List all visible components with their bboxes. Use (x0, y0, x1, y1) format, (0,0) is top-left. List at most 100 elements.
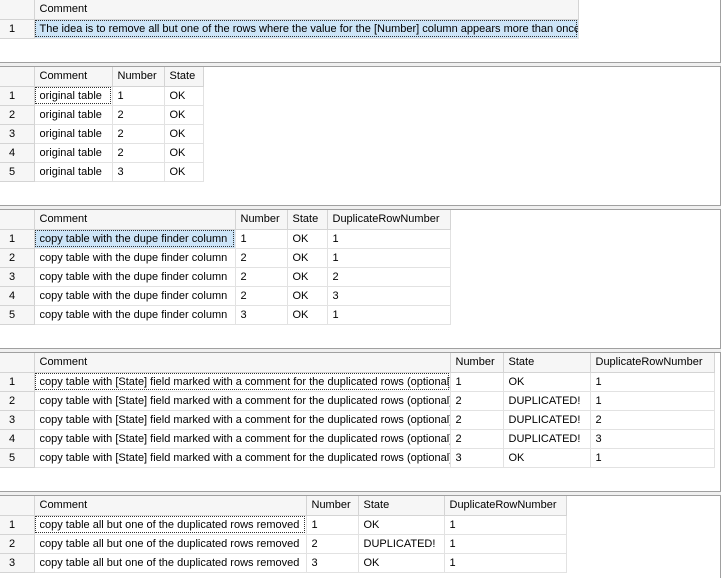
grid-2-cell-state[interactable]: OK (164, 124, 204, 144)
results-grid-2[interactable]: Comment Number State 1 original table 1 … (0, 67, 721, 205)
grid-3-row[interactable]: 3 copy table with the dupe finder column… (0, 267, 451, 287)
grid-1-row[interactable]: 1 The idea is to remove all but one of t… (0, 19, 579, 39)
grid-4-cell-duplicaterownumber[interactable]: 3 (590, 429, 715, 449)
grid-2-row-number[interactable]: 3 (0, 124, 35, 144)
results-grid-4[interactable]: Comment Number State DuplicateRowNumber … (0, 353, 721, 491)
grid-4-row[interactable]: 3 copy table with [State] field marked w… (0, 410, 715, 430)
grid-2-row-number[interactable]: 1 (0, 86, 35, 106)
grid-2-cell-number[interactable]: 3 (112, 162, 165, 182)
grid-4-cell-duplicaterownumber[interactable]: 1 (590, 372, 715, 392)
grid-3-cell-duplicaterownumber[interactable]: 1 (327, 305, 451, 325)
grid-4-cell-number[interactable]: 3 (450, 448, 504, 468)
grid-3-col-header-number[interactable]: Number (235, 210, 288, 230)
grid-2-cell-state[interactable]: OK (164, 143, 204, 163)
grid-3-row-number[interactable]: 5 (0, 305, 35, 325)
grid-3-cell-state[interactable]: OK (287, 305, 328, 325)
grid-4-row-number[interactable]: 2 (0, 391, 35, 411)
grid-2-cell-state[interactable]: OK (164, 105, 204, 125)
grid-2-corner[interactable] (0, 67, 35, 87)
grid-5-cell-state[interactable]: DUPLICATED! (358, 534, 445, 554)
grid-2-cell-comment[interactable]: original table (34, 124, 113, 144)
grid-4-row[interactable]: 4 copy table with [State] field marked w… (0, 429, 715, 449)
grid-4-cell-number[interactable]: 2 (450, 391, 504, 411)
grid-2-cell-comment[interactable]: original table (34, 143, 113, 163)
grid-4-cell-duplicaterownumber[interactable]: 1 (590, 391, 715, 411)
grid-3-cell-duplicaterownumber[interactable]: 3 (327, 286, 451, 306)
grid-3-col-header-state[interactable]: State (287, 210, 328, 230)
grid-4-cell-comment[interactable]: copy table with [State] field marked wit… (34, 448, 451, 468)
grid-3-cell-state[interactable]: OK (287, 248, 328, 268)
grid-2-col-header-number[interactable]: Number (112, 67, 165, 87)
grid-5-cell-state[interactable]: OK (358, 515, 445, 535)
grid-3-row-number[interactable]: 4 (0, 286, 35, 306)
grid-4-cell-state[interactable]: DUPLICATED! (503, 410, 591, 430)
grid-4-cell-number[interactable]: 2 (450, 410, 504, 430)
grid-4-col-header-number[interactable]: Number (450, 353, 504, 373)
grid-3-cell-comment[interactable]: copy table with the dupe finder column (34, 305, 236, 325)
grid-4-row-number[interactable]: 3 (0, 410, 35, 430)
grid-2-cell-number[interactable]: 2 (112, 105, 165, 125)
results-grid-1[interactable]: Comment 1 The idea is to remove all but … (0, 0, 721, 62)
grid-5-cell-number[interactable]: 1 (306, 515, 359, 535)
grid-4-cell-number[interactable]: 1 (450, 372, 504, 392)
grid-5-cell-comment[interactable]: copy table all but one of the duplicated… (34, 553, 307, 573)
grid-3-col-header-duplicaterownumber[interactable]: DuplicateRowNumber (327, 210, 451, 230)
grid-4-row-number[interactable]: 1 (0, 372, 35, 392)
grid-3-cell-state[interactable]: OK (287, 267, 328, 287)
grid-4-cell-duplicaterownumber[interactable]: 2 (590, 410, 715, 430)
grid-3-row-number[interactable]: 2 (0, 248, 35, 268)
grid-5-row-number[interactable]: 1 (0, 515, 35, 535)
grid-3-row[interactable]: 2 copy table with the dupe finder column… (0, 248, 451, 268)
grid-3-cell-number[interactable]: 2 (235, 267, 288, 287)
grid-2-cell-number[interactable]: 1 (112, 86, 165, 106)
grid-2-cell-comment[interactable]: original table (34, 105, 113, 125)
grid-2-row-number[interactable]: 5 (0, 162, 35, 182)
grid-2-cell-state[interactable]: OK (164, 86, 204, 106)
grid-5-row[interactable]: 3 copy table all but one of the duplicat… (0, 553, 567, 573)
grid-5-cell-comment[interactable]: copy table all but one of the duplicated… (34, 515, 307, 535)
grid-4-cell-comment[interactable]: copy table with [State] field marked wit… (34, 391, 451, 411)
grid-5-cell-duplicaterownumber[interactable]: 1 (444, 515, 567, 535)
grid-3-row[interactable]: 1 copy table with the dupe finder column… (0, 229, 451, 249)
grid-2-row-number[interactable]: 4 (0, 143, 35, 163)
grid-4-cell-state[interactable]: DUPLICATED! (503, 391, 591, 411)
grid-3-col-header-comment[interactable]: Comment (34, 210, 236, 230)
grid-3-cell-number[interactable]: 2 (235, 286, 288, 306)
grid-2-row[interactable]: 3 original table 2 OK (0, 124, 204, 144)
grid-3-cell-duplicaterownumber[interactable]: 1 (327, 248, 451, 268)
grid-5-cell-duplicaterownumber[interactable]: 1 (444, 534, 567, 554)
grid-5-cell-number[interactable]: 2 (306, 534, 359, 554)
grid-5-cell-number[interactable]: 3 (306, 553, 359, 573)
grid-3-row[interactable]: 5 copy table with the dupe finder column… (0, 305, 451, 325)
grid-5-cell-duplicaterownumber[interactable]: 1 (444, 553, 567, 573)
grid-4-col-header-duplicaterownumber[interactable]: DuplicateRowNumber (590, 353, 715, 373)
grid-2-cell-number[interactable]: 2 (112, 124, 165, 144)
grid-5-cell-comment[interactable]: copy table all but one of the duplicated… (34, 534, 307, 554)
grid-5-row-number[interactable]: 3 (0, 553, 35, 573)
grid-4-col-header-comment[interactable]: Comment (34, 353, 451, 373)
grid-3-corner[interactable] (0, 210, 35, 230)
grid-4-col-header-state[interactable]: State (503, 353, 591, 373)
grid-1-col-header-comment[interactable]: Comment (34, 0, 579, 20)
grid-1-cell-comment[interactable]: The idea is to remove all but one of the… (34, 19, 579, 39)
results-grid-5[interactable]: Comment Number State DuplicateRowNumber … (0, 496, 721, 578)
grid-3-cell-state[interactable]: OK (287, 229, 328, 249)
grid-3-cell-comment[interactable]: copy table with the dupe finder column (34, 229, 236, 249)
grid-5-row[interactable]: 2 copy table all but one of the duplicat… (0, 534, 567, 554)
grid-5-cell-state[interactable]: OK (358, 553, 445, 573)
grid-2-cell-comment[interactable]: original table (34, 162, 113, 182)
grid-3-cell-state[interactable]: OK (287, 286, 328, 306)
grid-5-row-number[interactable]: 2 (0, 534, 35, 554)
grid-4-cell-comment[interactable]: copy table with [State] field marked wit… (34, 372, 451, 392)
grid-3-cell-duplicaterownumber[interactable]: 2 (327, 267, 451, 287)
grid-3-row-number[interactable]: 1 (0, 229, 35, 249)
grid-5-col-header-number[interactable]: Number (306, 496, 359, 516)
grid-2-cell-comment[interactable]: original table (34, 86, 113, 106)
grid-2-row[interactable]: 2 original table 2 OK (0, 105, 204, 125)
grid-4-cell-state[interactable]: DUPLICATED! (503, 429, 591, 449)
grid-3-cell-comment[interactable]: copy table with the dupe finder column (34, 267, 236, 287)
results-grid-3[interactable]: Comment Number State DuplicateRowNumber … (0, 210, 721, 348)
grid-4-cell-state[interactable]: OK (503, 448, 591, 468)
grid-3-cell-duplicaterownumber[interactable]: 1 (327, 229, 451, 249)
grid-2-col-header-state[interactable]: State (164, 67, 204, 87)
